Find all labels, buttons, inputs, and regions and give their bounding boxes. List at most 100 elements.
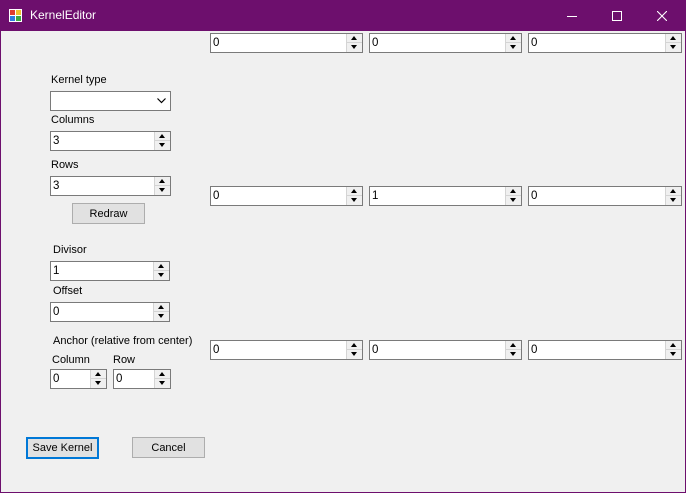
stepper-down-button[interactable] bbox=[155, 186, 170, 195]
close-icon bbox=[657, 10, 667, 21]
stepper-up-button[interactable] bbox=[91, 370, 106, 379]
stepper-down-button[interactable] bbox=[347, 196, 362, 205]
divisor-stepper[interactable]: 1 bbox=[50, 261, 170, 281]
anchor-column-value: 0 bbox=[53, 373, 60, 385]
stepper-up-button[interactable] bbox=[155, 370, 170, 379]
columns-value: 3 bbox=[53, 135, 60, 147]
arrow-up-icon bbox=[670, 343, 676, 347]
kernel-cell[interactable]: 0 bbox=[528, 186, 682, 206]
kernel-cell[interactable]: 0 bbox=[210, 186, 363, 206]
anchor-row-stepper[interactable]: 0 bbox=[113, 369, 171, 389]
arrow-up-icon bbox=[159, 134, 165, 138]
stepper-up-button[interactable] bbox=[155, 177, 170, 186]
kernel-cell-arrows bbox=[665, 341, 681, 359]
kernel-cell-value: 0 bbox=[531, 344, 538, 356]
stepper-up-button[interactable] bbox=[154, 262, 169, 271]
divisor-value: 1 bbox=[53, 265, 60, 277]
arrow-down-icon bbox=[351, 45, 357, 49]
save-kernel-button[interactable]: Save Kernel bbox=[26, 437, 99, 459]
offset-stepper[interactable]: 0 bbox=[50, 302, 170, 322]
kernel-cell[interactable]: 0 bbox=[528, 33, 682, 53]
redraw-button[interactable]: Redraw bbox=[72, 203, 145, 224]
arrow-down-icon bbox=[158, 314, 164, 318]
arrow-up-icon bbox=[670, 189, 676, 193]
kernel-cell-arrows bbox=[505, 341, 521, 359]
stepper-up-button[interactable] bbox=[666, 341, 681, 350]
kernel-type-label: Kernel type bbox=[51, 74, 107, 86]
arrow-down-icon bbox=[159, 143, 165, 147]
close-button[interactable] bbox=[639, 0, 685, 31]
arrow-down-icon bbox=[510, 352, 516, 356]
stepper-down-button[interactable] bbox=[666, 196, 681, 205]
kernel-cell-arrows bbox=[346, 341, 362, 359]
kernel-cell[interactable]: 0 bbox=[210, 340, 363, 360]
arrow-down-icon bbox=[670, 352, 676, 356]
anchor-row-stepper-arrows bbox=[154, 370, 170, 388]
columns-label: Columns bbox=[51, 114, 95, 126]
maximize-button[interactable] bbox=[594, 0, 640, 31]
kernel-cell[interactable]: 1 bbox=[369, 186, 522, 206]
arrow-down-icon bbox=[670, 198, 676, 202]
title-bar[interactable]: KernelEditor bbox=[0, 0, 686, 31]
stepper-down-button[interactable] bbox=[154, 312, 169, 321]
kernel-cell-value: 0 bbox=[372, 37, 379, 49]
cancel-button[interactable]: Cancel bbox=[132, 437, 205, 458]
client-area: Kernel type Columns 3 Rows 3 Redraw Divi… bbox=[1, 31, 685, 492]
stepper-up-button[interactable] bbox=[155, 132, 170, 141]
stepper-up-button[interactable] bbox=[666, 187, 681, 196]
arrow-up-icon bbox=[158, 264, 164, 268]
arrow-up-icon bbox=[510, 343, 516, 347]
app-icon bbox=[9, 9, 22, 22]
stepper-up-button[interactable] bbox=[506, 341, 521, 350]
rows-label: Rows bbox=[51, 159, 79, 171]
arrow-down-icon bbox=[670, 45, 676, 49]
columns-stepper[interactable]: 3 bbox=[50, 131, 171, 151]
arrow-up-icon bbox=[159, 372, 165, 376]
anchor-column-stepper[interactable]: 0 bbox=[50, 369, 107, 389]
stepper-up-button[interactable] bbox=[666, 34, 681, 43]
offset-label: Offset bbox=[53, 285, 83, 297]
stepper-up-button[interactable] bbox=[506, 34, 521, 43]
stepper-down-button[interactable] bbox=[154, 271, 169, 280]
kernel-cell[interactable]: 0 bbox=[528, 340, 682, 360]
arrow-down-icon bbox=[510, 45, 516, 49]
stepper-down-button[interactable] bbox=[91, 379, 106, 388]
kernel-cell-arrows bbox=[346, 187, 362, 205]
arrow-down-icon bbox=[158, 273, 164, 277]
arrow-up-icon bbox=[95, 372, 101, 376]
kernel-cell[interactable]: 0 bbox=[210, 33, 363, 53]
stepper-down-button[interactable] bbox=[506, 43, 521, 52]
kernel-cell-arrows bbox=[505, 187, 521, 205]
stepper-down-button[interactable] bbox=[155, 141, 170, 150]
stepper-up-button[interactable] bbox=[347, 34, 362, 43]
kernel-cell[interactable]: 0 bbox=[369, 340, 522, 360]
columns-stepper-arrows bbox=[154, 132, 170, 150]
maximize-icon bbox=[612, 10, 622, 21]
arrow-down-icon bbox=[159, 381, 165, 385]
stepper-up-button[interactable] bbox=[154, 303, 169, 312]
stepper-up-button[interactable] bbox=[347, 341, 362, 350]
stepper-down-button[interactable] bbox=[666, 43, 681, 52]
stepper-down-button[interactable] bbox=[155, 379, 170, 388]
kernel-cell-value: 0 bbox=[531, 190, 538, 202]
kernel-cell-arrows bbox=[665, 34, 681, 52]
stepper-down-button[interactable] bbox=[506, 196, 521, 205]
kernel-cell[interactable]: 0 bbox=[369, 33, 522, 53]
stepper-up-button[interactable] bbox=[506, 187, 521, 196]
stepper-down-button[interactable] bbox=[506, 350, 521, 359]
stepper-down-button[interactable] bbox=[347, 350, 362, 359]
arrow-up-icon bbox=[670, 36, 676, 40]
kernel-type-select[interactable] bbox=[50, 91, 171, 111]
stepper-down-button[interactable] bbox=[347, 43, 362, 52]
stepper-down-button[interactable] bbox=[666, 350, 681, 359]
arrow-down-icon bbox=[351, 198, 357, 202]
minimize-button[interactable] bbox=[549, 0, 595, 31]
stepper-up-button[interactable] bbox=[347, 187, 362, 196]
arrow-down-icon bbox=[351, 352, 357, 356]
arrow-up-icon bbox=[510, 36, 516, 40]
anchor-row-label: Row bbox=[113, 354, 136, 366]
kernel-cell-value: 0 bbox=[213, 344, 220, 356]
anchor-column-stepper-arrows bbox=[90, 370, 106, 388]
rows-stepper[interactable]: 3 bbox=[50, 176, 171, 196]
arrow-down-icon bbox=[510, 198, 516, 202]
